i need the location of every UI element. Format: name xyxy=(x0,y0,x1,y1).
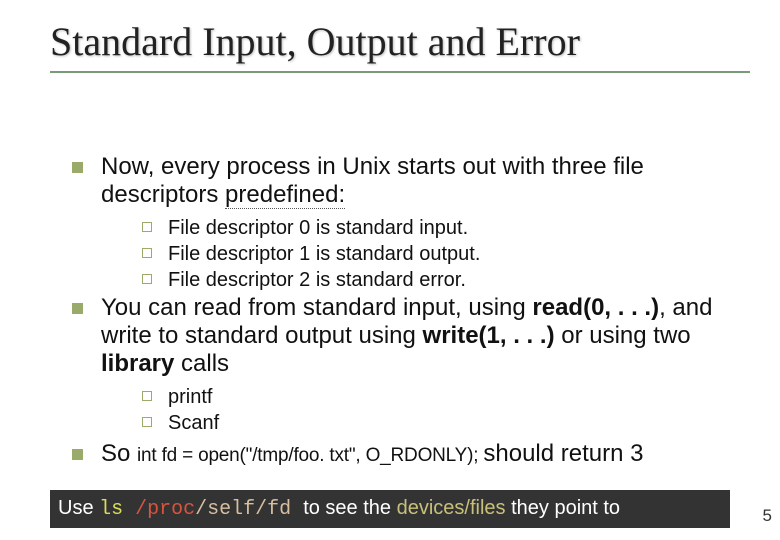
footer-p1: Use xyxy=(58,497,99,519)
bullet-intro-text: Now, every process in Unix starts out wi… xyxy=(101,153,750,210)
rw-write: write(1, . . .) xyxy=(423,322,555,349)
hollow-square-bullet-icon xyxy=(142,391,152,401)
sub-bullet-fd0: File descriptor 0 is standard input. xyxy=(142,216,750,240)
so-tail: should return 3 xyxy=(483,440,643,467)
bullet-intro: Now, every process in Unix starts out wi… xyxy=(72,153,750,210)
hollow-square-bullet-icon xyxy=(142,248,152,258)
scanf-text: Scanf xyxy=(168,411,219,435)
intro-text-pre: Now, every process in Unix starts out wi… xyxy=(101,153,644,208)
fd1-text: File descriptor 1 is standard output. xyxy=(168,242,480,266)
slide: Standard Input, Output and Error Now, ev… xyxy=(0,0,780,540)
footer-devfiles: devices/files xyxy=(397,497,512,519)
readwrite-text: You can read from standard input, using … xyxy=(101,294,750,379)
hollow-square-bullet-icon xyxy=(142,222,152,232)
footer-rest: /self/fd xyxy=(195,498,303,521)
rw-read: read(0, . . .) xyxy=(532,294,659,321)
footer-proc: /proc xyxy=(135,498,195,521)
sub-bullet-fd1: File descriptor 1 is standard output. xyxy=(142,242,750,266)
bullet-readwrite: You can read from standard input, using … xyxy=(72,294,750,379)
rw-p4: calls xyxy=(174,350,229,377)
so-big: So xyxy=(101,440,137,467)
rw-p1: You can read from standard input, using xyxy=(101,294,532,321)
sub-bullet-scanf: Scanf xyxy=(142,411,750,435)
sub-bullet-printf: printf xyxy=(142,385,750,409)
rw-p3: or using two xyxy=(555,322,691,349)
hollow-square-bullet-icon xyxy=(142,274,152,284)
footer-ls: ls xyxy=(99,498,135,521)
rw-library: library xyxy=(101,350,174,377)
printf-text: printf xyxy=(168,385,212,409)
footer-bar: Use ls /proc/self/fd to see the devices/… xyxy=(50,490,730,528)
title-underline: Standard Input, Output and Error xyxy=(50,18,750,73)
square-bullet-icon xyxy=(72,303,83,314)
so-return-text: So int fd = open("/tmp/foo. txt", O_RDON… xyxy=(101,440,644,468)
footer-p3: they point to xyxy=(511,497,620,519)
fd2-text: File descriptor 2 is standard error. xyxy=(168,268,466,292)
page-number: 5 xyxy=(763,506,772,526)
sub-bullet-fd2: File descriptor 2 is standard error. xyxy=(142,268,750,292)
slide-title: Standard Input, Output and Error xyxy=(50,18,750,65)
footer-p2: to see the xyxy=(303,497,396,519)
so-small: int fd = open("/tmp/foo. txt", O_RDONLY)… xyxy=(137,445,483,466)
square-bullet-icon xyxy=(72,162,83,173)
hollow-square-bullet-icon xyxy=(142,417,152,427)
bullet-so-return: So int fd = open("/tmp/foo. txt", O_RDON… xyxy=(72,440,750,468)
fd0-text: File descriptor 0 is standard input. xyxy=(168,216,468,240)
square-bullet-icon xyxy=(72,449,83,460)
intro-predefined: predefined: xyxy=(225,181,345,209)
